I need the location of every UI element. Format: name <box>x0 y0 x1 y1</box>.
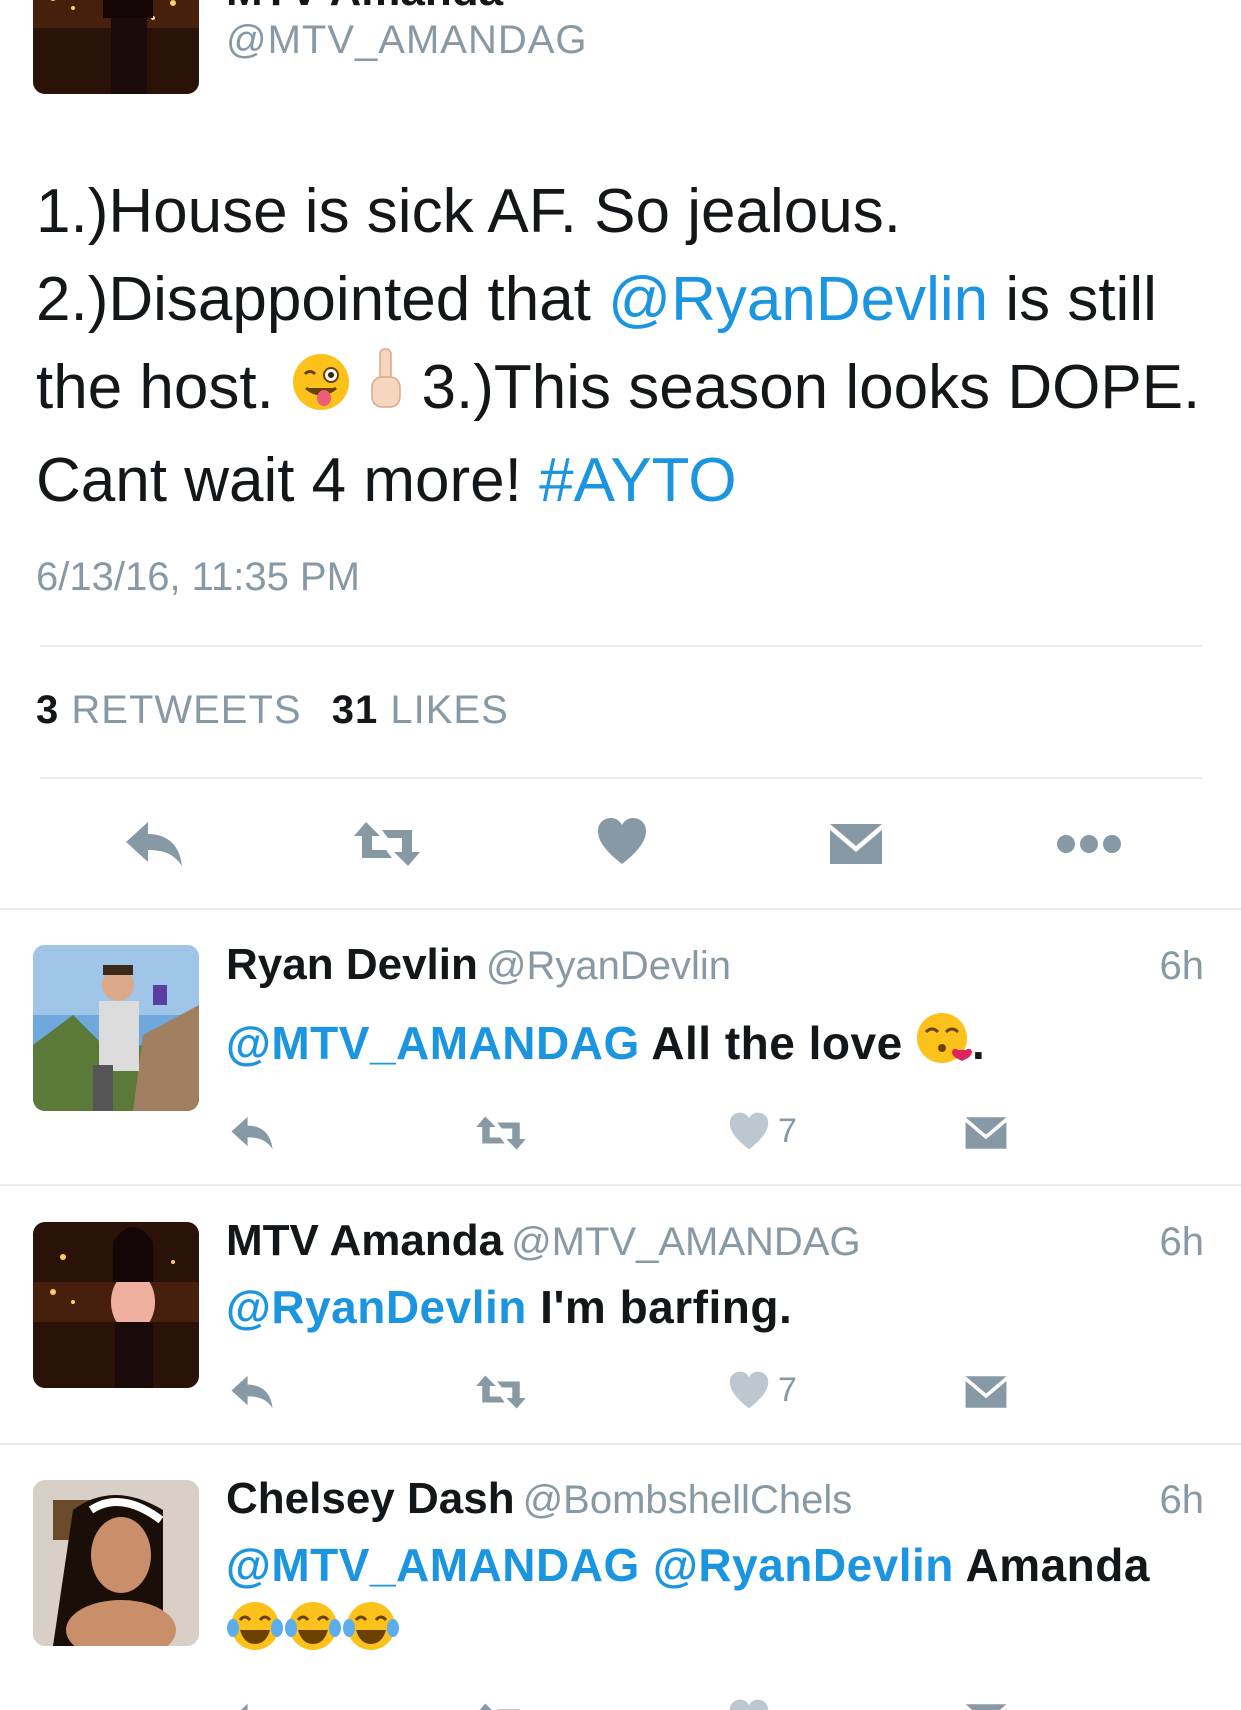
reply-avatar[interactable] <box>33 1480 199 1646</box>
main-tweet-text: 1.)House is sick AF. So jealous. 2.)Disa… <box>36 168 1216 525</box>
mention-link[interactable]: @MTV_AMANDAG <box>226 1539 640 1591</box>
divider <box>40 777 1202 779</box>
retweets-count: 3 <box>36 688 60 732</box>
reply-time: 6h <box>1159 944 1205 988</box>
tweet-stats[interactable]: 3 RETWEETS 31 LIKES <box>36 688 527 733</box>
reply-text-suffix: . <box>971 1017 986 1069</box>
reply-action-bar: 7 <box>0 1105 1241 1165</box>
like-count: 7 <box>778 1111 797 1150</box>
reply-action-bar: 7 <box>0 1364 1241 1424</box>
reply-icon[interactable] <box>124 820 184 873</box>
mention-link[interactable]: @RyanDevlin <box>608 265 988 334</box>
retweet-icon[interactable] <box>474 1702 528 1710</box>
reply-time: 6h <box>1159 1220 1205 1264</box>
main-author-handle[interactable]: @MTV_AMANDAG <box>226 18 588 63</box>
direct-message-icon[interactable] <box>964 1115 1008 1156</box>
reply-icon[interactable] <box>230 1115 274 1156</box>
tears-of-joy-emoji <box>342 1598 400 1671</box>
retweet-icon[interactable] <box>352 820 422 873</box>
reply-icon[interactable] <box>230 1374 274 1415</box>
hashtag-link[interactable]: #AYTO <box>539 446 737 515</box>
like-icon[interactable] <box>596 816 648 871</box>
likes-label: LIKES <box>390 688 509 732</box>
author-name: Chelsey Dash <box>226 1474 515 1523</box>
mention-link[interactable]: @RyanDevlin <box>653 1539 954 1591</box>
middle-finger-emoji <box>368 347 404 437</box>
author-name: Ryan Devlin <box>226 940 478 989</box>
like-count: 7 <box>778 1370 797 1409</box>
mention-link[interactable]: @MTV_AMANDAG <box>226 1017 640 1069</box>
reply-time: 6h <box>1159 1478 1205 1522</box>
reply-author[interactable]: Ryan Devlin @RyanDevlin <box>226 940 731 990</box>
main-author-name[interactable]: MTV Amanda <box>226 0 503 16</box>
reply-text: @MTV_AMANDAG @RyanDevlin Amanda <box>226 1532 1206 1671</box>
retweets-label: RETWEETS <box>71 688 302 732</box>
author-handle: @BombshellChels <box>522 1478 853 1522</box>
like-button[interactable]: 7 <box>728 1370 797 1410</box>
tears-of-joy-emoji <box>226 1598 284 1671</box>
author-handle: @MTV_AMANDAG <box>511 1220 861 1264</box>
main-avatar[interactable] <box>33 0 199 94</box>
author-handle: @RyanDevlin <box>485 944 732 988</box>
reply-author[interactable]: MTV Amanda @MTV_AMANDAG <box>226 1216 861 1266</box>
reply-text: @RyanDevlin I'm barfing. <box>226 1274 1206 1340</box>
reply-action-bar <box>0 1692 1241 1710</box>
like-icon[interactable] <box>728 1698 770 1710</box>
direct-message-icon[interactable] <box>828 822 884 871</box>
winking-face-tongue-emoji <box>291 348 351 436</box>
divider <box>40 645 1202 647</box>
more-options-icon[interactable] <box>1056 834 1122 859</box>
reply-icon[interactable] <box>230 1702 274 1710</box>
tweet-segment-2a: 2.)Disappointed that <box>36 265 609 334</box>
reply-text-content: All the love <box>639 1017 916 1069</box>
divider <box>0 1184 1241 1186</box>
divider <box>0 908 1241 910</box>
tears-of-joy-emoji <box>284 1598 342 1671</box>
likes-count: 31 <box>331 688 379 732</box>
main-action-bar <box>0 808 1241 878</box>
retweet-icon[interactable] <box>474 1115 528 1156</box>
reply-text-content: I'm barfing. <box>526 1281 793 1333</box>
reply-text-content: Amanda <box>953 1539 1150 1591</box>
tweet-line-1: 1.)House is sick AF. So jealous. <box>36 177 901 246</box>
direct-message-icon[interactable] <box>964 1374 1008 1415</box>
divider <box>0 1443 1241 1445</box>
reply-author[interactable]: Chelsey Dash @BombshellChels <box>226 1474 852 1524</box>
reply-avatar[interactable] <box>33 945 199 1111</box>
direct-message-icon[interactable] <box>964 1702 1008 1710</box>
like-button[interactable]: 7 <box>728 1111 797 1151</box>
reply-text: @MTV_AMANDAG All the love . <box>226 1010 1206 1083</box>
author-name: MTV Amanda <box>226 1216 504 1265</box>
mention-link[interactable]: @RyanDevlin <box>226 1281 527 1333</box>
tweet-timestamp: 6/13/16, 11:35 PM <box>36 555 360 599</box>
retweet-icon[interactable] <box>474 1374 528 1415</box>
face-blowing-kiss-emoji <box>916 1010 972 1083</box>
